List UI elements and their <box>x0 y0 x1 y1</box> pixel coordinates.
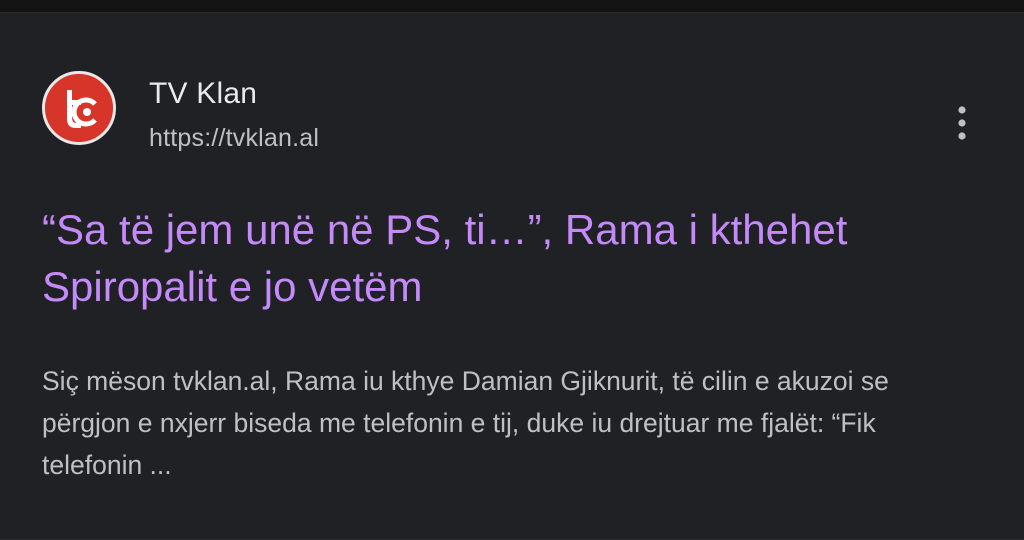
tvklan-logo-icon <box>42 71 116 145</box>
site-name: TV Klan <box>149 77 258 110</box>
result-source[interactable]: TV Klan https://tvklan.al <box>42 67 982 152</box>
more-options-button[interactable] <box>940 101 984 145</box>
search-result-card: TV Klan https://tvklan.al “Sa të jem unë… <box>0 12 1024 540</box>
result-snippet: Siç mëson tvklan.al, Rama iu kthye Damia… <box>42 366 889 480</box>
site-url: https://tvklan.al <box>149 124 320 152</box>
more-vertical-icon <box>958 106 966 140</box>
result-headline-link[interactable]: “Sa të jem unë në PS, ti…”, Rama i ktheh… <box>42 201 982 315</box>
